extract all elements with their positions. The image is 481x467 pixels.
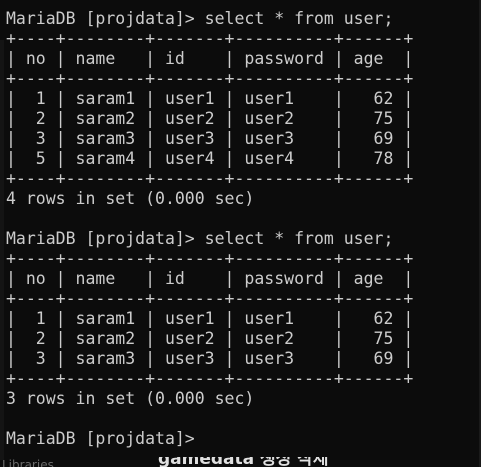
- table-border: +----+--------+-------+----------+------…: [6, 289, 414, 308]
- background-heading-text: gamedata 생성 삭제: [158, 457, 329, 467]
- prompt-line: MariaDB [projdata]> select * from user;: [6, 9, 394, 28]
- table-border: +----+--------+-------+----------+------…: [6, 169, 414, 188]
- prompt-line: MariaDB [projdata]> select * from user;: [6, 229, 394, 248]
- terminal-output: MariaDB [projdata]> select * from user; …: [6, 9, 481, 449]
- active-prompt[interactable]: MariaDB [projdata]>: [6, 429, 481, 449]
- terminal-window[interactable]: MariaDB [projdata]> select * from user; …: [0, 0, 481, 467]
- table-row: | 1 | saram1 | user1 | user1 | 62 |: [6, 89, 414, 108]
- table-border: +----+--------+-------+----------+------…: [6, 29, 414, 48]
- table-header-row: | no | name | id | password | age |: [6, 269, 414, 288]
- table-border: +----+--------+-------+----------+------…: [6, 69, 414, 88]
- background-window: Libraries gamedata 생성 삭제: [0, 457, 481, 467]
- table-row: | 1 | saram1 | user1 | user1 | 62 |: [6, 309, 414, 328]
- table-header-row: | no | name | id | password | age |: [6, 49, 414, 68]
- table-row: | 3 | saram3 | user3 | user3 | 69 |: [6, 129, 414, 148]
- table-row: | 2 | saram2 | user2 | user2 | 75 |: [6, 329, 414, 348]
- background-window-edge: [0, 40, 4, 460]
- table-row: | 5 | saram4 | user4 | user4 | 78 |: [6, 149, 414, 168]
- result-summary: 4 rows in set (0.000 sec): [6, 189, 255, 208]
- background-libraries-label: Libraries: [2, 458, 54, 467]
- table-row: | 2 | saram2 | user2 | user2 | 75 |: [6, 109, 414, 128]
- table-border: +----+--------+-------+----------+------…: [6, 249, 414, 268]
- result-summary: 3 rows in set (0.000 sec): [6, 389, 255, 408]
- table-border: +----+--------+-------+----------+------…: [6, 369, 414, 388]
- table-row: | 3 | saram3 | user3 | user3 | 69 |: [6, 349, 414, 368]
